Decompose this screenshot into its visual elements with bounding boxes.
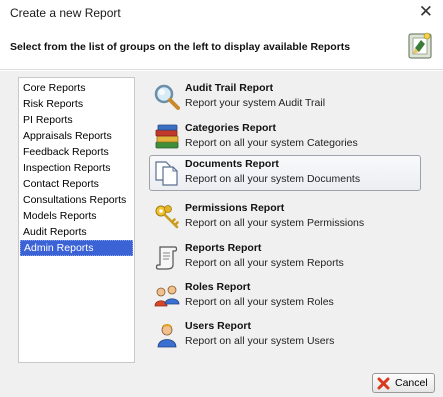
group-item-admin-reports[interactable]: Admin Reports [20,240,133,256]
header-banner: Select from the list of groups on the le… [0,26,443,70]
documents-icon [155,161,178,186]
group-item-models-reports[interactable]: Models Reports [20,208,133,224]
report-item-documents[interactable]: Documents Report Report on all your syst… [149,155,421,191]
report-item-audit-trail[interactable]: Audit Trail Report Report your system Au… [149,79,421,115]
group-item-audit-reports[interactable]: Audit Reports [20,224,133,240]
report-description: Report on all your system Reports [185,257,344,269]
dialog-body: Core Reports Risk Reports PI Reports App… [0,71,443,397]
report-description: Report on all your system Roles [185,296,334,308]
group-item-appraisals-reports[interactable]: Appraisals Reports [20,128,133,144]
scroll-icon [155,246,178,270]
title-bar: Create a new Report ✕ [0,0,443,26]
report-item-permissions[interactable]: Permissions Report Report on all your sy… [149,199,421,235]
report-description: Report on all your system Categories [185,137,358,149]
close-icon[interactable]: ✕ [419,2,433,22]
report-description: Report on all your system Documents [185,173,361,185]
books-icon [155,124,179,149]
group-item-contact-reports[interactable]: Contact Reports [20,176,133,192]
window-title: Create a new Report [10,6,121,20]
red-x-icon [377,377,390,390]
report-title: Documents Report [185,158,279,170]
report-group-list[interactable]: Core Reports Risk Reports PI Reports App… [18,77,135,363]
users-group-icon [154,285,180,307]
group-item-core-reports[interactable]: Core Reports [20,80,133,96]
report-title: Reports Report [185,242,262,254]
group-item-consultations-reports[interactable]: Consultations Reports [20,192,133,208]
report-title: Categories Report [185,122,277,134]
report-item-categories[interactable]: Categories Report Report on all your sys… [149,119,421,155]
report-title: Roles Report [185,281,251,293]
report-item-reports[interactable]: Reports Report Report on all your system… [149,239,421,275]
report-item-users[interactable]: Users Report Report on all your system U… [149,317,421,353]
group-item-risk-reports[interactable]: Risk Reports [20,96,133,112]
cancel-label: Cancel [395,377,428,389]
report-item-roles[interactable]: Roles Report Report on all your system R… [149,278,421,314]
report-title: Permissions Report [185,202,285,214]
report-description: Report on all your system Permissions [185,217,365,229]
user-icon [157,324,177,348]
report-title: Users Report [185,320,251,332]
report-description: Report your system Audit Trail [185,97,326,109]
group-item-inspection-reports[interactable]: Inspection Reports [20,160,133,176]
group-item-feedback-reports[interactable]: Feedback Reports [20,144,133,160]
wizard-icon [408,32,432,59]
magnifier-icon [154,84,180,110]
keys-icon [155,205,179,229]
cancel-button[interactable]: Cancel [372,373,435,393]
instruction-text: Select from the list of groups on the le… [10,41,351,53]
group-item-pi-reports[interactable]: PI Reports [20,112,133,128]
report-description: Report on all your system Users [185,335,335,347]
report-title: Audit Trail Report [185,82,274,94]
